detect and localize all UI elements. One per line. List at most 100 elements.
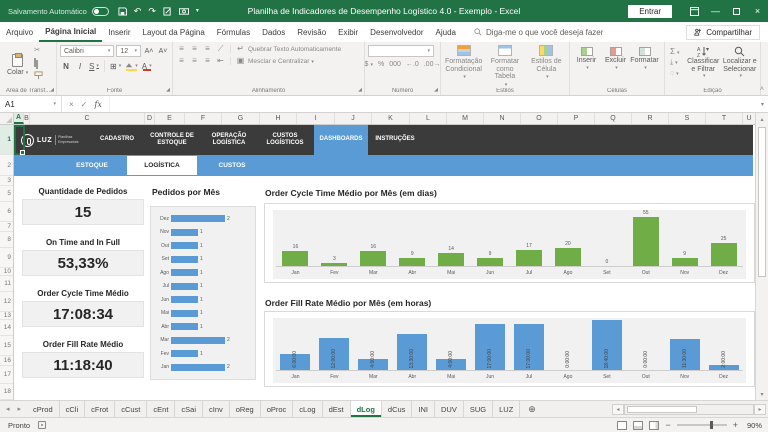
menu-tab-f-rmulas[interactable]: Fórmulas xyxy=(211,22,256,42)
menu-tab-revis-o[interactable]: Revisão xyxy=(291,22,332,42)
scroll-down-icon[interactable]: ▾ xyxy=(756,388,768,400)
row-header-11[interactable]: 11 xyxy=(0,276,13,292)
align-middle-icon[interactable]: ≡ xyxy=(189,45,200,53)
menu-tab-layout-da-p-gina[interactable]: Layout da Página xyxy=(137,22,211,42)
merge-center-icon[interactable]: ▣ xyxy=(235,57,246,65)
row-header-12[interactable]: 12 xyxy=(0,292,13,312)
normal-view-icon[interactable] xyxy=(617,420,628,430)
column-header-O[interactable]: O xyxy=(521,113,558,124)
zoom-slider[interactable] xyxy=(676,421,727,429)
borders-icon[interactable]: ⊞ xyxy=(109,60,122,72)
row-header-13[interactable]: 13 xyxy=(0,312,13,320)
column-header-C[interactable]: C xyxy=(30,113,145,124)
align-right-icon[interactable]: ≡ xyxy=(202,57,213,65)
sheet-tab-dCus[interactable]: dCus xyxy=(382,401,413,417)
dash-nav-opera-o-log-stica[interactable]: OPERAÇÃO LOGÍSTICA xyxy=(202,125,256,155)
row-header-7[interactable]: 7 xyxy=(0,222,13,232)
sheet-tab-cLog[interactable]: cLog xyxy=(293,401,323,417)
italic-button[interactable]: I xyxy=(74,60,86,72)
row-header-5[interactable]: 5 xyxy=(0,186,13,202)
sheet-tab-cFrot[interactable]: cFrot xyxy=(85,401,116,417)
column-header-M[interactable]: M xyxy=(447,113,484,124)
horizontal-scrollbar[interactable]: ◂ ▸ xyxy=(612,401,768,417)
dash-nav-dashboards[interactable]: DASHBOARDS xyxy=(314,125,368,155)
menu-tab-arquivo[interactable]: Arquivo xyxy=(0,22,39,42)
menu-tab-dados[interactable]: Dados xyxy=(256,22,291,42)
decrease-indent-icon[interactable]: ⇤ xyxy=(215,57,226,65)
formula-bar-expand-icon[interactable]: ▾ xyxy=(757,96,768,112)
hscroll-track[interactable] xyxy=(624,403,754,415)
column-header-T[interactable]: T xyxy=(706,113,743,124)
copy-icon[interactable] xyxy=(34,58,46,68)
column-header-R[interactable]: R xyxy=(632,113,669,124)
select-all-corner[interactable] xyxy=(0,113,14,124)
insert-cells-button[interactable]: Inserir xyxy=(573,47,600,71)
sort-filter-button[interactable]: AZ Classificar e Filtrar xyxy=(686,46,721,80)
share-button[interactable]: Compartilhar xyxy=(686,24,760,40)
row-header-16[interactable]: 16 xyxy=(0,356,13,366)
close-button[interactable]: × xyxy=(747,0,768,22)
dash-nav-custos-log-sticos[interactable]: CUSTOS LOGÍSTICOS xyxy=(256,125,314,155)
pedidos-chart[interactable]: Dez 2 Nov 1 Out 1 Set 1 Ago 1 Jul 1 Jun 1 Mai 1 Abr 1 Mar 2… xyxy=(150,206,256,380)
sheet-tab-cSai[interactable]: cSai xyxy=(175,401,203,417)
row-header-15[interactable]: 15 xyxy=(0,336,13,356)
format-cells-button[interactable]: Formatar xyxy=(630,47,659,71)
column-header-E[interactable]: E xyxy=(155,113,185,124)
autosum-icon[interactable]: Σ xyxy=(670,48,682,57)
vertical-scrollbar[interactable]: ▴ ▾ xyxy=(755,113,768,400)
row-header-6[interactable]: 6 xyxy=(0,202,13,222)
minimize-button[interactable]: — xyxy=(705,0,726,22)
delete-cells-button[interactable]: Excluir xyxy=(602,47,629,71)
menu-tab-exibir[interactable]: Exibir xyxy=(332,22,364,42)
sheet-tab-oProc[interactable]: oProc xyxy=(261,401,294,417)
next-sheet-icon[interactable]: ▸ xyxy=(18,405,22,413)
autosave-toggle[interactable] xyxy=(91,6,109,16)
sheet-tab-INI[interactable]: INI xyxy=(412,401,436,417)
font-dialog-launcher[interactable]: ◢ xyxy=(166,87,170,93)
sheet-area[interactable]: 1 2 3 5 6 7 8 9 10 11 12 13 14 15 16 17 18 LUZ Planilhas… xyxy=(0,125,768,400)
add-sheet-icon[interactable]: ⊕ xyxy=(520,401,544,417)
menu-tab-desenvolvedor[interactable]: Desenvolvedor xyxy=(364,22,429,42)
column-header-I[interactable]: I xyxy=(297,113,335,124)
redo-icon[interactable]: ↷ xyxy=(148,6,156,16)
collapse-ribbon-icon[interactable]: ˄ xyxy=(760,86,764,93)
column-header-K[interactable]: K xyxy=(372,113,410,124)
zoom-in-icon[interactable]: + xyxy=(733,420,738,430)
draw-icon[interactable] xyxy=(163,6,172,16)
column-header-F[interactable]: F xyxy=(185,113,222,124)
fill-color-icon[interactable] xyxy=(124,60,139,72)
column-header-L[interactable]: L xyxy=(410,113,447,124)
bold-button[interactable]: N xyxy=(60,60,72,72)
increase-decimal-icon[interactable]: ←.0 xyxy=(406,61,419,68)
underline-button[interactable]: S xyxy=(88,60,100,72)
insert-function-icon[interactable]: fx xyxy=(94,100,101,109)
find-select-button[interactable]: Localizar e Selecionar xyxy=(723,46,758,80)
sheet-tab-oReg[interactable]: oReg xyxy=(230,401,261,417)
alignment-dialog-launcher[interactable]: ◢ xyxy=(358,87,362,93)
merge-center-button[interactable]: Mesclar e Centralizar xyxy=(248,58,314,65)
ribbon-display-options-icon[interactable] xyxy=(684,0,705,22)
row-header-2[interactable]: 2 xyxy=(0,155,13,176)
format-as-table-button[interactable]: Formatar como Tabela xyxy=(485,45,524,89)
wrap-text-button[interactable]: Quebrar Texto Automaticamente xyxy=(248,46,341,53)
orientation-icon[interactable]: ⟋ xyxy=(215,45,226,53)
paste-button[interactable]: Colar xyxy=(3,45,32,84)
row-header-17[interactable]: 17 xyxy=(0,366,13,384)
undo-icon[interactable]: ↶ xyxy=(134,6,142,16)
align-top-icon[interactable]: ≡ xyxy=(176,45,187,53)
column-header-N[interactable]: N xyxy=(484,113,521,124)
font-name-select[interactable]: Calibri xyxy=(60,45,115,57)
hscroll-right-icon[interactable]: ▸ xyxy=(754,403,766,415)
column-header-J[interactable]: J xyxy=(335,113,372,124)
menu-tab-p-gina-inicial[interactable]: Página Inicial xyxy=(39,22,103,42)
column-header-Q[interactable]: Q xyxy=(595,113,632,124)
sheet-tab-cProd[interactable]: cProd xyxy=(27,401,60,417)
macro-record-icon[interactable] xyxy=(38,421,47,429)
cancel-icon[interactable]: × xyxy=(69,100,74,109)
vertical-scroll-thumb[interactable] xyxy=(758,127,766,277)
autosave-toggle-group[interactable]: Salvamento Automático xyxy=(0,6,109,16)
accounting-format-icon[interactable]: $ xyxy=(365,61,373,68)
number-dialog-launcher[interactable]: ◢ xyxy=(434,87,438,93)
column-header-D[interactable]: D xyxy=(145,113,155,124)
format-painter-icon[interactable] xyxy=(34,71,46,80)
